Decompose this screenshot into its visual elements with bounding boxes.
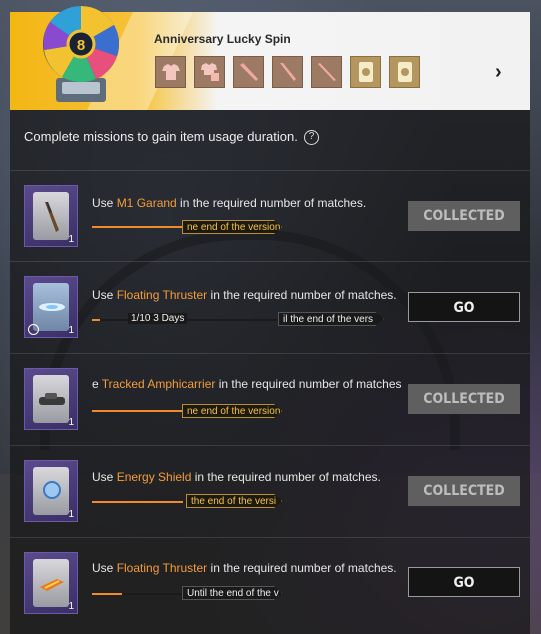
- duration-tag: the end of the versi: [186, 494, 282, 508]
- item-card-tracked-amphicarrier[interactable]: 1: [24, 368, 78, 430]
- svg-text:8: 8: [77, 37, 85, 54]
- duration-tag: ne end of the version: [182, 220, 282, 234]
- mission-description: Use Floating Thruster in the required nu…: [92, 288, 397, 302]
- shield-icon: [43, 481, 61, 499]
- duration-tag: il the end of the vers: [278, 312, 384, 326]
- progress-fill: [92, 501, 184, 503]
- weapon-skin-icon: [317, 63, 336, 81]
- weapon-skin-icon: [239, 63, 258, 81]
- item-card-m1-garand[interactable]: 1: [24, 185, 78, 247]
- item-card-floating-thruster[interactable]: 1: [24, 276, 78, 338]
- reward-weapon-skin-3[interactable]: [311, 56, 342, 88]
- duration-tag: ne end of the version: [182, 404, 282, 418]
- reward-voucher-1[interactable]: [350, 56, 381, 88]
- mission-row: 1 e Tracked Amphicarrier in the required…: [10, 353, 530, 443]
- reward-outfit-set[interactable]: [194, 56, 225, 88]
- chevron-right-icon[interactable]: ›: [495, 61, 502, 84]
- weapon-skin-icon: [279, 63, 296, 81]
- reward-weapon-skin-2[interactable]: [272, 56, 303, 88]
- help-icon[interactable]: ?: [304, 130, 319, 145]
- voucher-card-icon: [358, 62, 373, 82]
- reward-preview-list: [155, 56, 420, 88]
- duration-tag: Until the end of the v: [182, 586, 282, 600]
- item-card-floating-thruster[interactable]: 1: [24, 552, 78, 614]
- reward-outfit-top[interactable]: [155, 56, 186, 88]
- go-button[interactable]: GO: [408, 292, 520, 322]
- item-count: 1: [68, 417, 74, 428]
- mission-description: e Tracked Amphicarrier in the required n…: [92, 377, 402, 391]
- item-card-energy-shield[interactable]: 1: [24, 460, 78, 522]
- clock-icon: [28, 324, 39, 335]
- voucher-card-icon: [397, 62, 412, 82]
- item-count: 1: [68, 509, 74, 520]
- thruster-icon: [40, 579, 64, 591]
- collected-button[interactable]: COLLECTED: [408, 201, 520, 231]
- outfit-top-icon: [161, 64, 180, 80]
- reward-weapon-skin-1[interactable]: [233, 56, 264, 88]
- collected-button[interactable]: COLLECTED: [408, 384, 520, 414]
- mission-row: 1 Use Floating Thruster in the required …: [10, 261, 530, 351]
- progress-fill: [92, 319, 100, 321]
- mission-description: Use M1 Garand in the required number of …: [92, 196, 367, 210]
- progress-fill: [92, 410, 184, 412]
- collected-button[interactable]: COLLECTED: [408, 476, 520, 506]
- lucky-spin-wheel-icon[interactable]: 8: [38, 0, 124, 106]
- mission-description: Use Energy Shield in the required number…: [92, 470, 381, 484]
- reward-voucher-2[interactable]: [389, 56, 420, 88]
- mission-row: 1 Use Energy Shield in the required numb…: [10, 445, 530, 535]
- item-count: 1: [68, 325, 74, 336]
- go-button[interactable]: GO: [408, 567, 520, 597]
- thruster-icon: [39, 303, 65, 311]
- mission-description: Use Floating Thruster in the required nu…: [92, 561, 397, 575]
- outfit-set-icon: [200, 63, 219, 81]
- mission-row: 1 Use M1 Garand in the required number o…: [10, 170, 530, 260]
- event-title: Anniversary Lucky Spin: [154, 32, 291, 46]
- mission-row: 1 Use Floating Thruster in the required …: [10, 537, 530, 627]
- rifle-icon: [45, 202, 59, 232]
- progress-counter: 1/10 3 Days: [128, 313, 188, 324]
- missions-intro-text: Complete missions to gain item usage dur…: [24, 129, 298, 144]
- progress-fill: [92, 226, 184, 228]
- vehicle-icon: [39, 393, 65, 405]
- item-count: 1: [68, 234, 74, 245]
- progress-fill: [92, 593, 123, 595]
- item-count: 1: [68, 601, 74, 612]
